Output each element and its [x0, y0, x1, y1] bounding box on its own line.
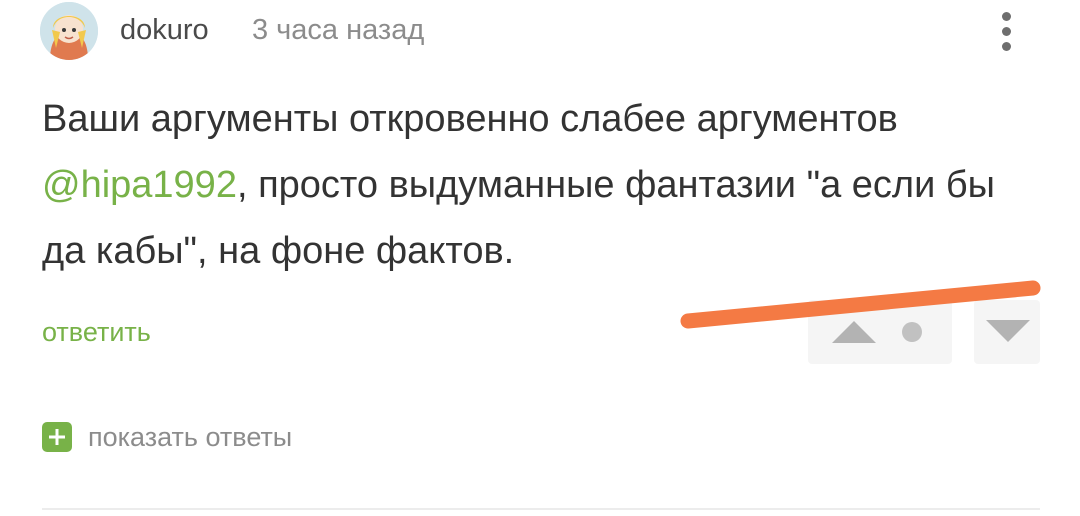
- avatar[interactable]: [40, 2, 98, 60]
- triangle-up-icon[interactable]: [822, 312, 888, 352]
- author-name[interactable]: dokuro: [120, 12, 209, 48]
- more-vertical-icon[interactable]: [990, 6, 1024, 56]
- reply-button[interactable]: ответить: [42, 315, 151, 349]
- comment-text: Ваши аргументы откровенно слабее аргумен…: [42, 86, 1042, 284]
- show-replies-label: показать ответы: [88, 421, 293, 452]
- avatar-image: [40, 2, 98, 60]
- user-mention-link[interactable]: @hipa1992: [42, 164, 237, 206]
- plus-icon: [42, 422, 72, 452]
- triangle-down-icon[interactable]: [982, 312, 1034, 352]
- comment-text-start: Ваши аргументы откровенно слабее аргумен…: [42, 98, 898, 140]
- comment-timestamp: 3 часа назад: [252, 14, 425, 46]
- divider: [42, 508, 1040, 510]
- show-replies-button[interactable]: показать ответы: [42, 420, 292, 454]
